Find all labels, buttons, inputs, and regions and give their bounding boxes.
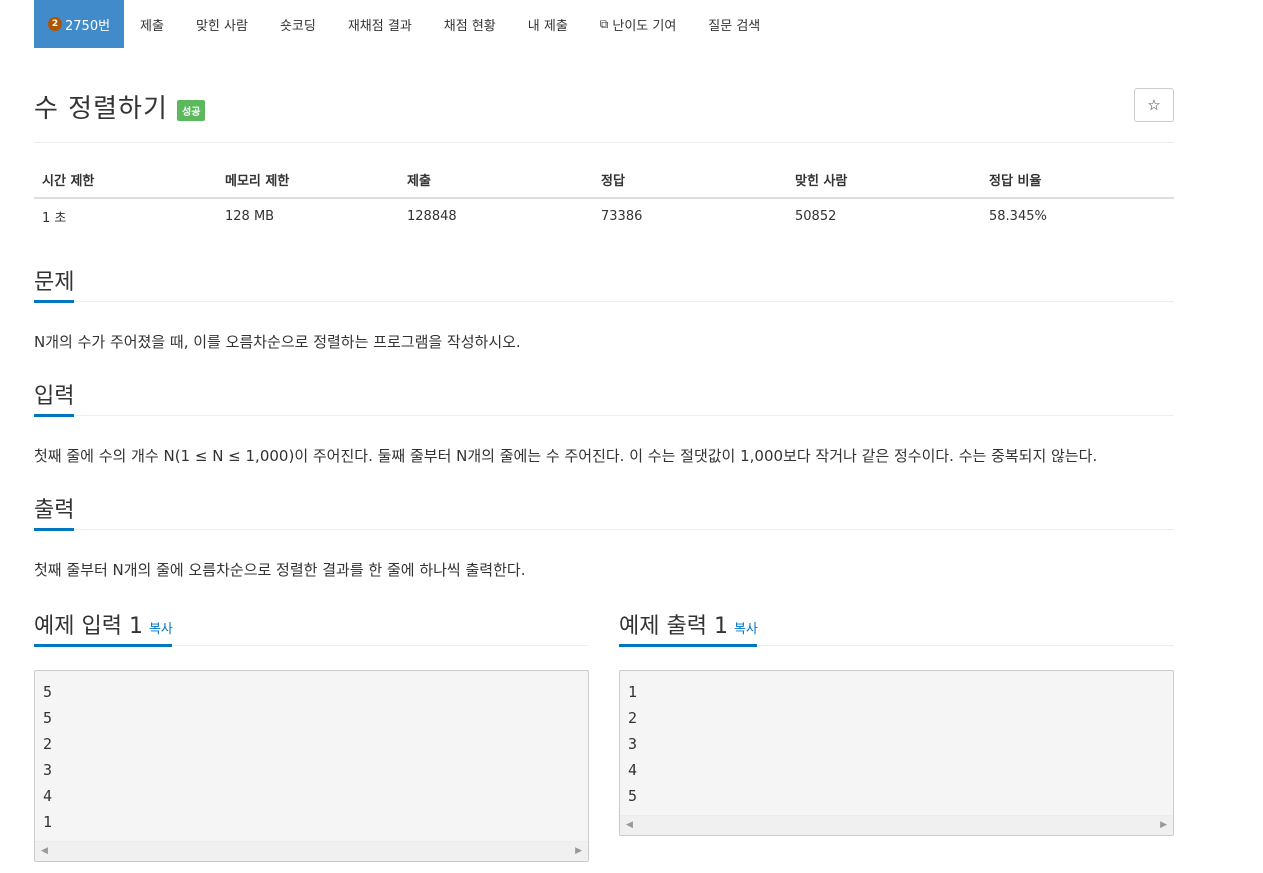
- input-description: 첫째 줄에 수의 개수 N(1 ≤ N ≤ 1,000)이 주어진다. 둘째 줄…: [34, 447, 1098, 465]
- sample-input-box[interactable]: 5 5 2 3 4 1 ◀ ▶: [34, 670, 589, 862]
- nav-difficulty-label: 난이도 기여: [612, 18, 677, 34]
- sample-output-heading: 예제 출력 1 복사: [619, 604, 1174, 647]
- page-container: 2 2750번 제출 맞힌 사람 숏코딩 재채점 결과 채점 현황 내 제출 ⧉…: [34, 0, 1174, 862]
- output-heading-text: 출력: [34, 498, 75, 523]
- nav-judge-status[interactable]: 채점 현황: [428, 0, 512, 48]
- scroll-right-icon[interactable]: ▶: [575, 846, 582, 856]
- accept-ratio-header: 정답 비율: [981, 162, 1174, 199]
- nav-my-submissions[interactable]: 내 제출: [512, 0, 584, 48]
- info-header-row: 시간 제한 메모리 제한 제출 정답 맞힌 사람 정답 비율: [34, 162, 1174, 199]
- problem-heading: 문제: [34, 262, 1174, 303]
- output-section: 출력 첫째 줄부터 N개의 줄에 오름차순으로 정렬한 결과를 한 줄에 하나씩…: [34, 490, 1174, 580]
- problem-nav: 2 2750번 제출 맞힌 사람 숏코딩 재채점 결과 채점 현황 내 제출 ⧉…: [34, 0, 1174, 48]
- sample-output-heading-wrap: 예제 출력 1 복사: [619, 608, 758, 640]
- nav-problem-number-label: 2750번: [65, 18, 111, 34]
- problem-heading-text: 문제: [34, 270, 75, 295]
- sample-input-line: 1: [43, 813, 53, 831]
- sample-output-line: 4: [628, 761, 638, 779]
- sample-input-lines: 5 5 2 3 4 1: [35, 671, 588, 841]
- title-divider: [34, 142, 1174, 143]
- nav-solved-users[interactable]: 맞힌 사람: [180, 0, 264, 48]
- sample-output-line: 1: [628, 683, 638, 701]
- nav-short-coding[interactable]: 숏코딩: [264, 0, 332, 48]
- sample-output-lines: 1 2 3 4 5: [620, 671, 1173, 815]
- output-description: 첫째 줄부터 N개의 줄에 오름차순으로 정렬한 결과를 한 줄에 하나씩 출력…: [34, 561, 526, 579]
- sample-output-scrollbar[interactable]: ◀ ▶: [620, 815, 1173, 835]
- sample-input-line: 3: [43, 761, 53, 779]
- nav-difficulty-contribution[interactable]: ⧉ 난이도 기여: [584, 0, 693, 48]
- input-heading-text: 입력: [34, 384, 75, 409]
- output-heading: 출력: [34, 490, 1174, 531]
- memory-limit-header: 메모리 제한: [217, 162, 399, 199]
- scroll-right-icon[interactable]: ▶: [1160, 820, 1167, 830]
- nav-question-search[interactable]: 질문 검색: [692, 0, 776, 48]
- time-limit-value: 1 초: [42, 211, 67, 226]
- problem-section: 문제 N개의 수가 주어졌을 때, 이를 오름차순으로 정렬하는 프로그램을 작…: [34, 262, 1174, 352]
- sample-output-title: 예제 출력 1: [619, 614, 728, 639]
- input-heading-underline: [34, 414, 74, 417]
- problem-description: N개의 수가 주어졌을 때, 이를 오름차순으로 정렬하는 프로그램을 작성하시…: [34, 333, 521, 351]
- sample-output-line: 3: [628, 735, 638, 753]
- sample-input-line: 5: [43, 709, 53, 727]
- accept-ratio-value: 58.345%: [989, 209, 1047, 224]
- external-link-icon: ⧉: [599, 16, 609, 31]
- sample-input-panel: 예제 입력 1 복사 5 5 2 3 4 1 ◀ ▶: [34, 604, 589, 862]
- sample-input-heading: 예제 입력 1 복사: [34, 604, 589, 647]
- sample-output-line: 2: [628, 709, 638, 727]
- problem-info-table: 시간 제한 메모리 제한 제출 정답 맞힌 사람 정답 비율 1 초 128 M…: [34, 162, 1174, 234]
- solvers-header: 맞힌 사람: [787, 162, 981, 199]
- nav-problem-number[interactable]: 2 2750번: [34, 0, 125, 48]
- success-badge: 성공: [177, 100, 206, 121]
- sample-output-copy-button[interactable]: 복사: [734, 622, 758, 637]
- info-value-row: 1 초 128 MB 128848 73386 50852 58.345%: [34, 198, 1174, 234]
- accepted-header: 정답: [593, 162, 787, 199]
- accepted-value: 73386: [601, 209, 643, 224]
- problem-heading-underline: [34, 300, 74, 303]
- sample-input-line: 4: [43, 787, 53, 805]
- time-limit-header: 시간 제한: [34, 162, 217, 199]
- solvers-value: 50852: [795, 209, 837, 224]
- sample-input-title: 예제 입력 1: [34, 614, 143, 639]
- output-heading-underline: [34, 528, 74, 531]
- sample-input-underline: [34, 644, 172, 647]
- sample-input-copy-button[interactable]: 복사: [149, 622, 173, 637]
- scroll-left-icon[interactable]: ◀: [41, 846, 48, 856]
- sample-input-line: 5: [43, 683, 53, 701]
- sample-output-line: 5: [628, 787, 638, 805]
- memory-limit-value: 128 MB: [225, 209, 275, 224]
- nav-rejudge-results[interactable]: 재채점 결과: [332, 0, 428, 48]
- sample-input-scrollbar[interactable]: ◀ ▶: [35, 841, 588, 861]
- input-heading: 입력: [34, 376, 1174, 417]
- favorite-star-button[interactable]: ☆: [1134, 88, 1174, 122]
- input-section: 입력 첫째 줄에 수의 개수 N(1 ≤ N ≤ 1,000)이 주어진다. 둘…: [34, 376, 1174, 466]
- nav-submit[interactable]: 제출: [124, 0, 180, 48]
- star-icon: ☆: [1147, 96, 1161, 114]
- tier-badge-icon: 2: [48, 17, 62, 31]
- sample-output-underline: [619, 644, 757, 647]
- sample-output-box[interactable]: 1 2 3 4 5 ◀ ▶: [619, 670, 1174, 836]
- sample-input-heading-wrap: 예제 입력 1 복사: [34, 608, 173, 640]
- sample-output-panel: 예제 출력 1 복사 1 2 3 4 5 ◀ ▶: [619, 604, 1174, 836]
- submissions-header: 제출: [399, 162, 593, 199]
- problem-title-row: 수 정렬하기 성공 ☆: [34, 88, 1174, 128]
- submissions-value: 128848: [407, 209, 457, 224]
- scroll-left-icon[interactable]: ◀: [626, 820, 633, 830]
- sample-input-line: 2: [43, 735, 53, 753]
- page-title: 수 정렬하기: [34, 94, 168, 124]
